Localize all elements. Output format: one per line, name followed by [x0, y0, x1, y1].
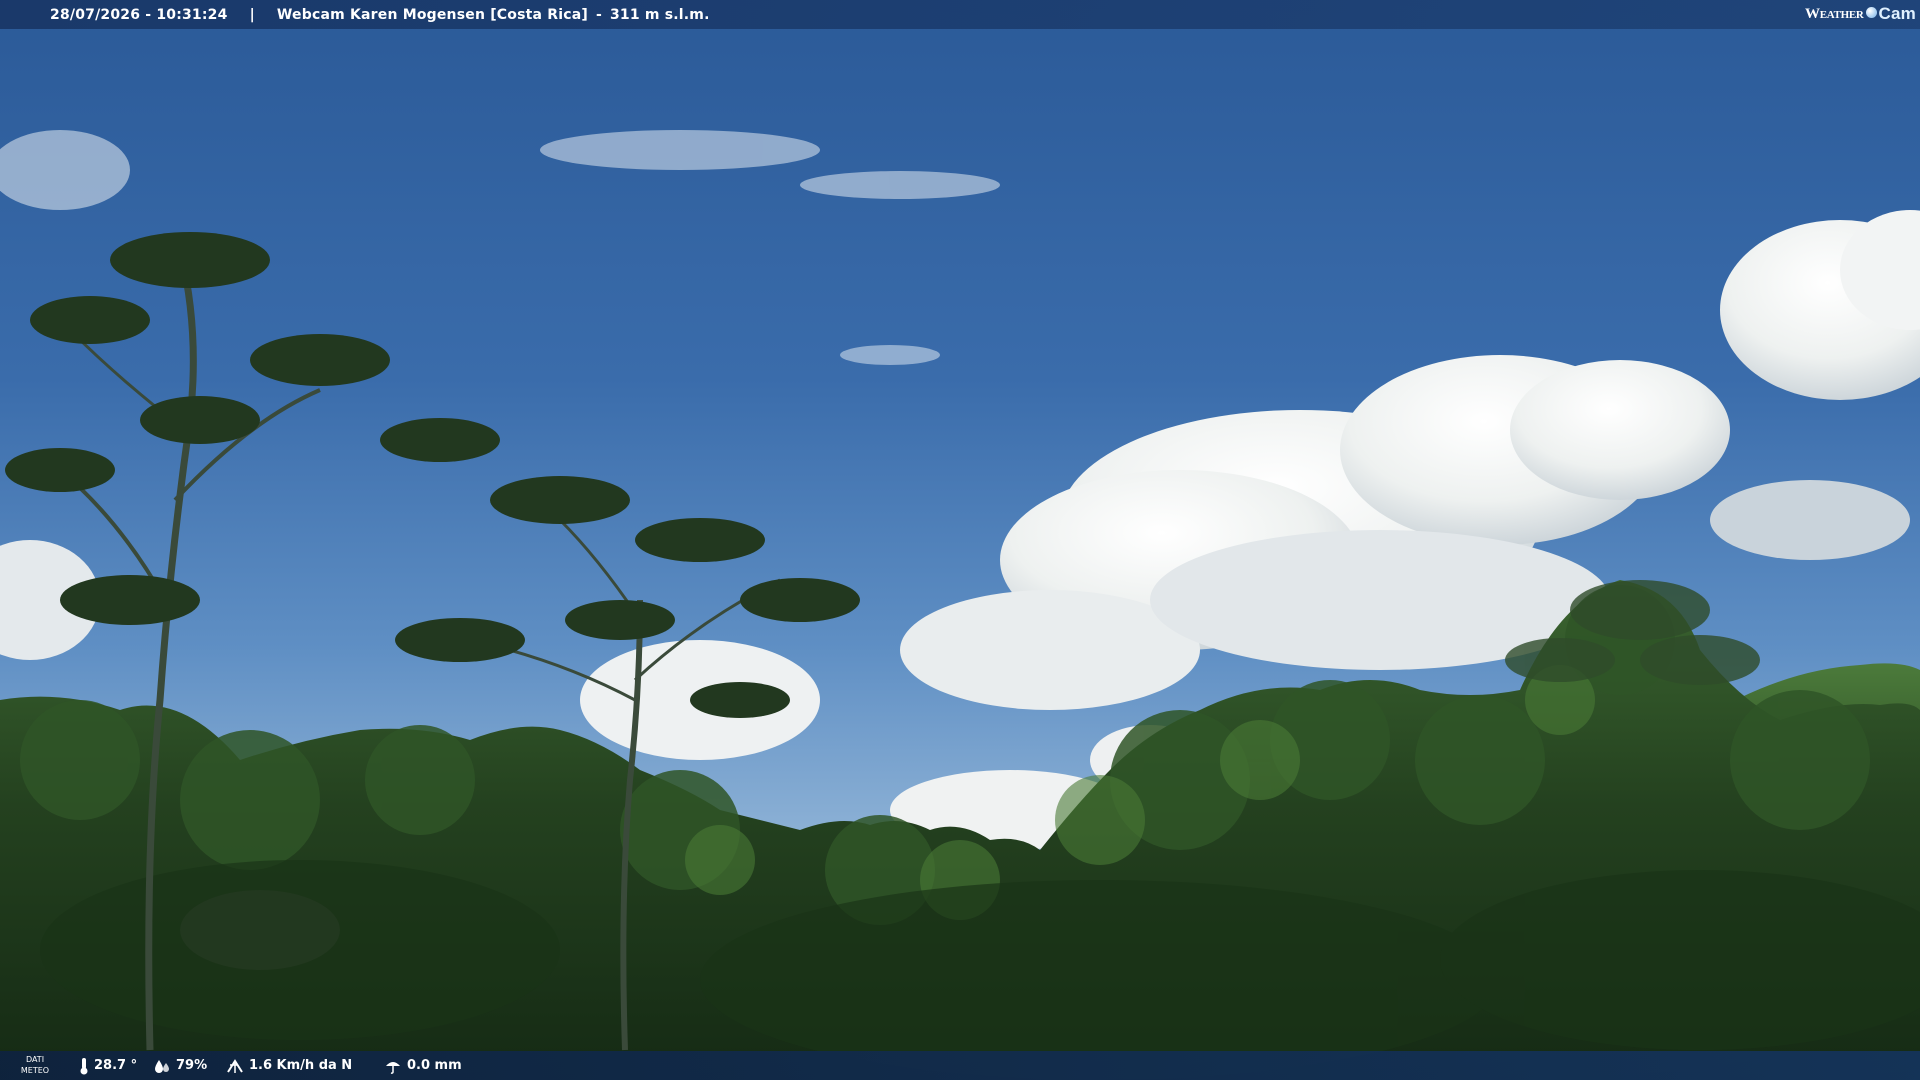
wind-value: 1.6 Km/h da N — [249, 1058, 353, 1073]
weather-data-bar: DATI METEO 28.7 ° 79% 1.6 Km/h da N 0.0 … — [0, 1051, 1920, 1080]
thermometer-icon — [80, 1057, 88, 1074]
webcam-name: Webcam Karen Mogensen [Costa Rica] — [276, 6, 588, 23]
rain-reading: 0.0 mm — [384, 1051, 462, 1080]
humidity-reading: 79% — [153, 1051, 207, 1080]
timestamp: 28/07/2026 - 10:31:24 — [50, 6, 228, 23]
wind-icon — [227, 1058, 243, 1073]
wind-reading: 1.6 Km/h da N — [226, 1051, 352, 1080]
humidity-drop-icon — [155, 1059, 169, 1073]
webcam-title: Webcam Karen Mogensen [Costa Rica] -311 m… — [276, 6, 710, 23]
weathercam-logo: Weather Cam — [1805, 4, 1916, 23]
separator: | — [249, 6, 255, 23]
rain-gauge-icon — [386, 1061, 400, 1074]
rain-value: 0.0 mm — [407, 1058, 462, 1073]
temperature-value: 28.7 ° — [94, 1058, 138, 1073]
humidity-value: 79% — [176, 1058, 208, 1073]
altitude: 311 m s.l.m. — [609, 6, 710, 23]
webcam-image — [0, 0, 1920, 1080]
top-info-bar: 28/07/2026 - 10:31:24 | Webcam Karen Mog… — [0, 0, 1920, 29]
temperature-reading: 28.7 ° — [79, 1051, 137, 1080]
logo-globe-icon — [1865, 6, 1877, 18]
webcam-frame: 28/07/2026 - 10:31:24 | Webcam Karen Mog… — [0, 0, 1920, 1080]
weather-data-label: DATI METEO — [20, 1055, 50, 1075]
